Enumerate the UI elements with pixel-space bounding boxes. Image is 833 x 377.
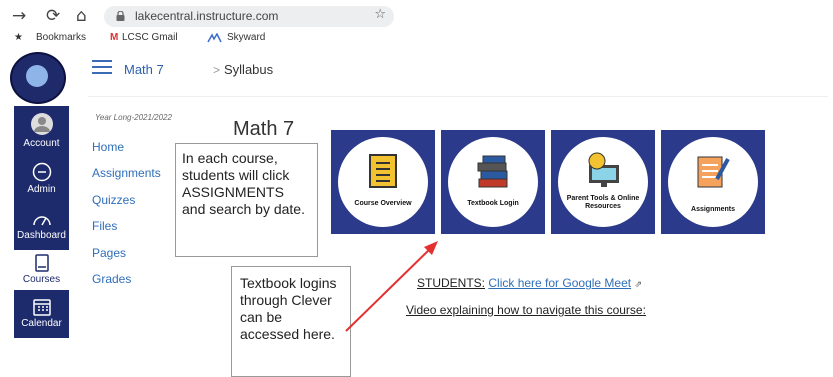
tile-circle: Course Overview — [338, 137, 428, 227]
nav-account[interactable]: Account — [14, 112, 69, 149]
global-nav: Account Admin Dashboard Courses Calendar — [14, 106, 69, 338]
course-nav-grades[interactable]: Grades — [92, 272, 131, 286]
page-title: Math 7 — [233, 118, 295, 140]
account-icon — [30, 113, 53, 135]
breadcrumb-course[interactable]: Math 7 — [124, 62, 164, 77]
nav-account-label: Account — [23, 138, 60, 149]
tile-textbook-login[interactable]: Textbook Login — [441, 130, 545, 234]
document-icon — [369, 154, 397, 188]
nav-dashboard[interactable]: Dashboard — [14, 210, 69, 241]
tile-circle: Parent Tools & Online Resources — [558, 137, 648, 227]
tile-label: Parent Tools & Online Resources — [566, 195, 640, 210]
bookmarks-star-icon: ★ — [14, 32, 23, 43]
nav-courses[interactable]: Courses — [14, 250, 69, 290]
tile-assignments[interactable]: Assignments — [661, 130, 765, 234]
gmail-icon: M — [110, 32, 119, 43]
tile-label: Textbook Login — [467, 200, 519, 207]
nav-dashboard-label: Dashboard — [17, 230, 66, 241]
header-divider — [88, 96, 828, 97]
school-logo[interactable] — [10, 52, 66, 104]
books-icon — [477, 155, 508, 188]
book-icon — [34, 254, 49, 272]
bookmark-skyward[interactable]: Skyward — [227, 32, 265, 43]
bookmark-star-icon[interactable]: ☆ — [374, 7, 386, 22]
bookmark-gmail[interactable]: LCSC Gmail — [122, 32, 178, 43]
nav-admin-label: Admin — [27, 184, 56, 195]
nav-admin[interactable]: Admin — [14, 162, 69, 195]
hamburger-menu-icon[interactable] — [92, 60, 112, 75]
notepad-icon — [697, 156, 730, 188]
nav-calendar[interactable]: Calendar — [14, 298, 69, 329]
lightbulb-monitor-icon — [588, 152, 619, 187]
logo-emblem — [26, 65, 48, 87]
shield-icon — [32, 162, 51, 182]
course-nav-quizzes[interactable]: Quizzes — [92, 193, 135, 207]
course-nav-pages[interactable]: Pages — [92, 246, 126, 260]
tile-label: Course Overview — [354, 200, 412, 207]
lock-icon — [116, 11, 125, 21]
term-label: Year Long-2021/2022 — [95, 113, 172, 122]
tile-course-overview[interactable]: Course Overview — [331, 130, 435, 234]
breadcrumb-separator: > — [213, 63, 221, 77]
course-nav-files[interactable]: Files — [92, 219, 117, 233]
annotation-arrow — [345, 241, 438, 332]
tile-circle: Assignments — [668, 137, 758, 227]
callout-textbook-note: Textbook logins through Clever can be ac… — [231, 266, 351, 377]
google-meet-link[interactable]: Click here for Google Meet — [488, 276, 631, 290]
callout-assignments-note: In each course, students will click ASSI… — [175, 143, 318, 257]
url-text: lakecentral.instructure.com — [135, 9, 279, 23]
course-nav-assignments[interactable]: Assignments — [92, 166, 161, 180]
breadcrumb-page: Syllabus — [224, 62, 274, 77]
bookmarks-label[interactable]: Bookmarks — [36, 32, 86, 43]
address-bar[interactable]: lakecentral.instructure.com ☆ — [104, 6, 394, 27]
forward-icon[interactable]: → — [12, 6, 26, 26]
reload-icon[interactable]: ⟳ — [46, 6, 60, 26]
skyward-icon — [207, 33, 222, 43]
nav-courses-label: Courses — [22, 274, 61, 285]
dashboard-icon — [32, 216, 51, 226]
students-line: STUDENTS: Click here for Google Meet ⇗ — [417, 276, 642, 290]
external-link-icon: ⇗ — [634, 279, 642, 289]
calendar-icon — [32, 299, 51, 316]
home-icon[interactable]: ⌂ — [76, 6, 87, 26]
tile-label: Assignments — [691, 206, 735, 213]
nav-calendar-label: Calendar — [21, 318, 62, 329]
tile-circle: Textbook Login — [448, 137, 538, 227]
course-nav-home[interactable]: Home — [92, 140, 124, 154]
tile-parent-tools[interactable]: Parent Tools & Online Resources — [551, 130, 655, 234]
